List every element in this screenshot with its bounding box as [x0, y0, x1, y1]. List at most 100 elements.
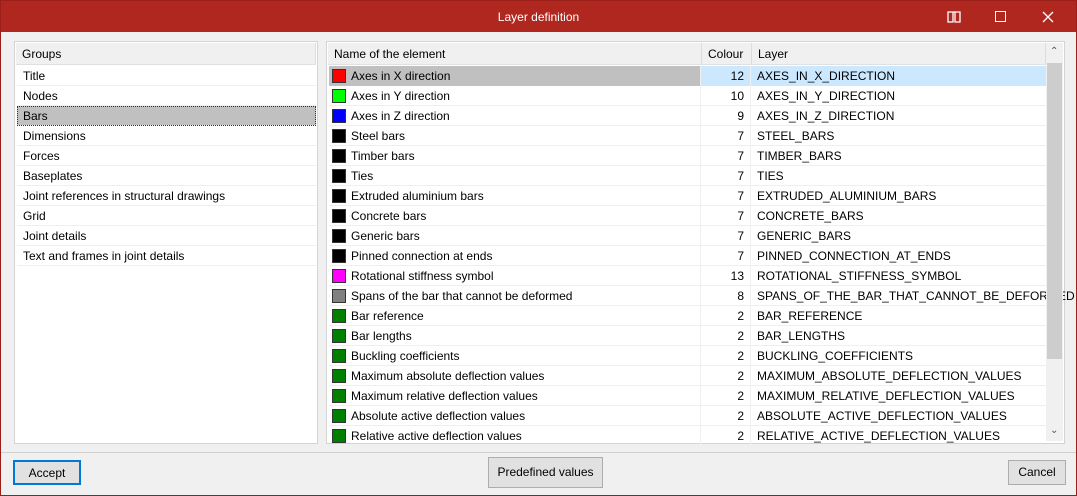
table-row[interactable]: Rotational stiffness symbol 13 ROTATIONA… — [329, 266, 1046, 286]
layer-cell[interactable]: BAR_REFERENCE — [751, 306, 1046, 326]
layer-cell[interactable]: STEEL_BARS — [751, 126, 1046, 146]
close-icon[interactable] — [1025, 1, 1071, 32]
colour-cell[interactable]: 8 — [701, 286, 751, 306]
colour-cell[interactable]: 2 — [701, 346, 751, 366]
element-name: Bar reference — [351, 309, 424, 323]
element-name: Pinned connection at ends — [351, 249, 493, 263]
accept-button[interactable]: Accept — [13, 460, 81, 485]
layer-cell[interactable]: CONCRETE_BARS — [751, 206, 1046, 226]
colour-swatch — [332, 129, 346, 143]
colour-cell[interactable]: 7 — [701, 226, 751, 246]
layer-cell[interactable]: MAXIMUM_RELATIVE_DEFLECTION_VALUES — [751, 386, 1046, 406]
elements-table[interactable]: Name of the element Colour Layer Axes in… — [326, 41, 1075, 446]
colour-cell[interactable]: 13 — [701, 266, 751, 286]
groups-list[interactable]: Groups Title Nodes Bars Dimensions Forces Bas… — [14, 41, 318, 444]
colour-cell[interactable]: 2 — [701, 386, 751, 406]
column-header-colour[interactable]: Colour — [702, 43, 752, 65]
layer-cell[interactable]: ABSOLUTE_ACTIVE_DEFLECTION_VALUES — [751, 406, 1046, 426]
table-row[interactable]: Timber bars 7 TIMBER_BARS — [329, 146, 1046, 166]
element-name-cell: Absolute active deflection values — [329, 406, 701, 426]
colour-cell[interactable]: 7 — [701, 206, 751, 226]
element-name-cell: Axes in Y direction — [329, 86, 701, 106]
layer-cell[interactable]: BAR_LENGTHS — [751, 326, 1046, 346]
element-name: Axes in Y direction — [351, 89, 450, 103]
layer-cell[interactable]: BUCKLING_COEFFICIENTS — [751, 346, 1046, 366]
layer-cell[interactable]: RELATIVE_ACTIVE_DEFLECTION_VALUES — [751, 426, 1046, 446]
group-item[interactable]: Nodes — [17, 86, 316, 106]
group-item[interactable]: Text and frames in joint details — [17, 246, 316, 266]
layer-cell[interactable]: AXES_IN_X_DIRECTION — [751, 66, 1046, 86]
layer-cell[interactable]: TIMBER_BARS — [751, 146, 1046, 166]
table-row[interactable]: Relative active deflection values 2 RELA… — [329, 426, 1046, 446]
predefined-values-button[interactable]: Predefined values — [488, 457, 603, 488]
layer-cell[interactable]: AXES_IN_Y_DIRECTION — [751, 86, 1046, 106]
group-item[interactable]: Grid — [17, 206, 316, 226]
vertical-scrollbar[interactable]: ⌃ ⌄ — [1046, 43, 1063, 441]
group-item[interactable]: Forces — [17, 146, 316, 166]
colour-cell[interactable]: 2 — [701, 406, 751, 426]
layer-cell[interactable]: EXTRUDED_ALUMINIUM_BARS — [751, 186, 1046, 206]
maximize-icon[interactable] — [977, 1, 1023, 32]
table-row[interactable]: Axes in X direction 12 AXES_IN_X_DIRECTI… — [329, 66, 1046, 86]
colour-cell[interactable]: 12 — [701, 66, 751, 86]
element-name-cell: Buckling coefficients — [329, 346, 701, 366]
group-item[interactable]: Joint references in structural drawings — [17, 186, 316, 206]
table-row[interactable]: Absolute active deflection values 2 ABSO… — [329, 406, 1046, 426]
layer-cell[interactable]: SPANS_OF_THE_BAR_THAT_CANNOT_BE_DEFORMED — [751, 286, 1075, 306]
colour-swatch — [332, 389, 346, 403]
colour-cell[interactable]: 7 — [701, 126, 751, 146]
colour-cell[interactable]: 2 — [701, 426, 751, 446]
element-name: Maximum absolute deflection values — [351, 369, 545, 383]
colour-cell[interactable]: 9 — [701, 106, 751, 126]
column-header-layer[interactable]: Layer — [752, 43, 1046, 65]
layer-cell[interactable]: MAXIMUM_ABSOLUTE_DEFLECTION_VALUES — [751, 366, 1046, 386]
table-row[interactable]: Axes in Z direction 9 AXES_IN_Z_DIRECTIO… — [329, 106, 1046, 126]
colour-cell[interactable]: 2 — [701, 306, 751, 326]
scroll-thumb[interactable] — [1047, 63, 1062, 359]
help-book-icon[interactable] — [931, 1, 977, 32]
colour-cell[interactable]: 2 — [701, 326, 751, 346]
colour-swatch — [332, 409, 346, 423]
table-row[interactable]: Bar reference 2 BAR_REFERENCE — [329, 306, 1046, 326]
group-item[interactable]: Bars — [17, 106, 316, 126]
table-row[interactable]: Axes in Y direction 10 AXES_IN_Y_DIRECTI… — [329, 86, 1046, 106]
colour-cell[interactable]: 7 — [701, 146, 751, 166]
table-row[interactable]: Maximum relative deflection values 2 MAX… — [329, 386, 1046, 406]
colour-cell[interactable]: 10 — [701, 86, 751, 106]
group-item[interactable]: Title — [17, 66, 316, 86]
group-item[interactable]: Baseplates — [17, 166, 316, 186]
layer-cell[interactable]: TIES — [751, 166, 1046, 186]
table-row[interactable]: Spans of the bar that cannot be deformed… — [329, 286, 1075, 306]
layer-cell[interactable]: ROTATIONAL_STIFFNESS_SYMBOL — [751, 266, 1046, 286]
colour-cell[interactable]: 7 — [701, 246, 751, 266]
table-row[interactable]: Generic bars 7 GENERIC_BARS — [329, 226, 1046, 246]
column-header-name[interactable]: Name of the element — [328, 43, 702, 65]
title-bar: Layer definition — [1, 1, 1076, 32]
table-row[interactable]: Steel bars 7 STEEL_BARS — [329, 126, 1046, 146]
element-name-cell: Relative active deflection values — [329, 426, 701, 446]
colour-cell[interactable]: 2 — [701, 366, 751, 386]
layer-cell[interactable]: PINNED_CONNECTION_AT_ENDS — [751, 246, 1046, 266]
table-row[interactable]: Bar lengths 2 BAR_LENGTHS — [329, 326, 1046, 346]
element-name-cell: Ties — [329, 166, 701, 186]
table-row[interactable]: Ties 7 TIES — [329, 166, 1046, 186]
layer-cell[interactable]: AXES_IN_Z_DIRECTION — [751, 106, 1046, 126]
element-name: Ties — [351, 169, 374, 183]
colour-cell[interactable]: 7 — [701, 186, 751, 206]
element-name-cell: Spans of the bar that cannot be deformed — [329, 286, 701, 306]
scroll-down-icon[interactable]: ⌄ — [1050, 425, 1058, 436]
colour-swatch — [332, 89, 346, 103]
element-name-cell: Axes in Z direction — [329, 106, 701, 126]
table-row[interactable]: Buckling coefficients 2 BUCKLING_COEFFIC… — [329, 346, 1046, 366]
table-row[interactable]: Maximum absolute deflection values 2 MAX… — [329, 366, 1046, 386]
layer-cell[interactable]: GENERIC_BARS — [751, 226, 1046, 246]
scroll-up-icon[interactable]: ⌃ — [1050, 46, 1058, 57]
table-row[interactable]: Concrete bars 7 CONCRETE_BARS — [329, 206, 1046, 226]
group-item[interactable]: Dimensions — [17, 126, 316, 146]
table-row[interactable]: Pinned connection at ends 7 PINNED_CONNE… — [329, 246, 1046, 266]
group-item[interactable]: Joint details — [17, 226, 316, 246]
colour-cell[interactable]: 7 — [701, 166, 751, 186]
cancel-button[interactable]: Cancel — [1008, 460, 1066, 485]
table-row[interactable]: Extruded aluminium bars 7 EXTRUDED_ALUMI… — [329, 186, 1046, 206]
element-name: Maximum relative deflection values — [351, 389, 538, 403]
